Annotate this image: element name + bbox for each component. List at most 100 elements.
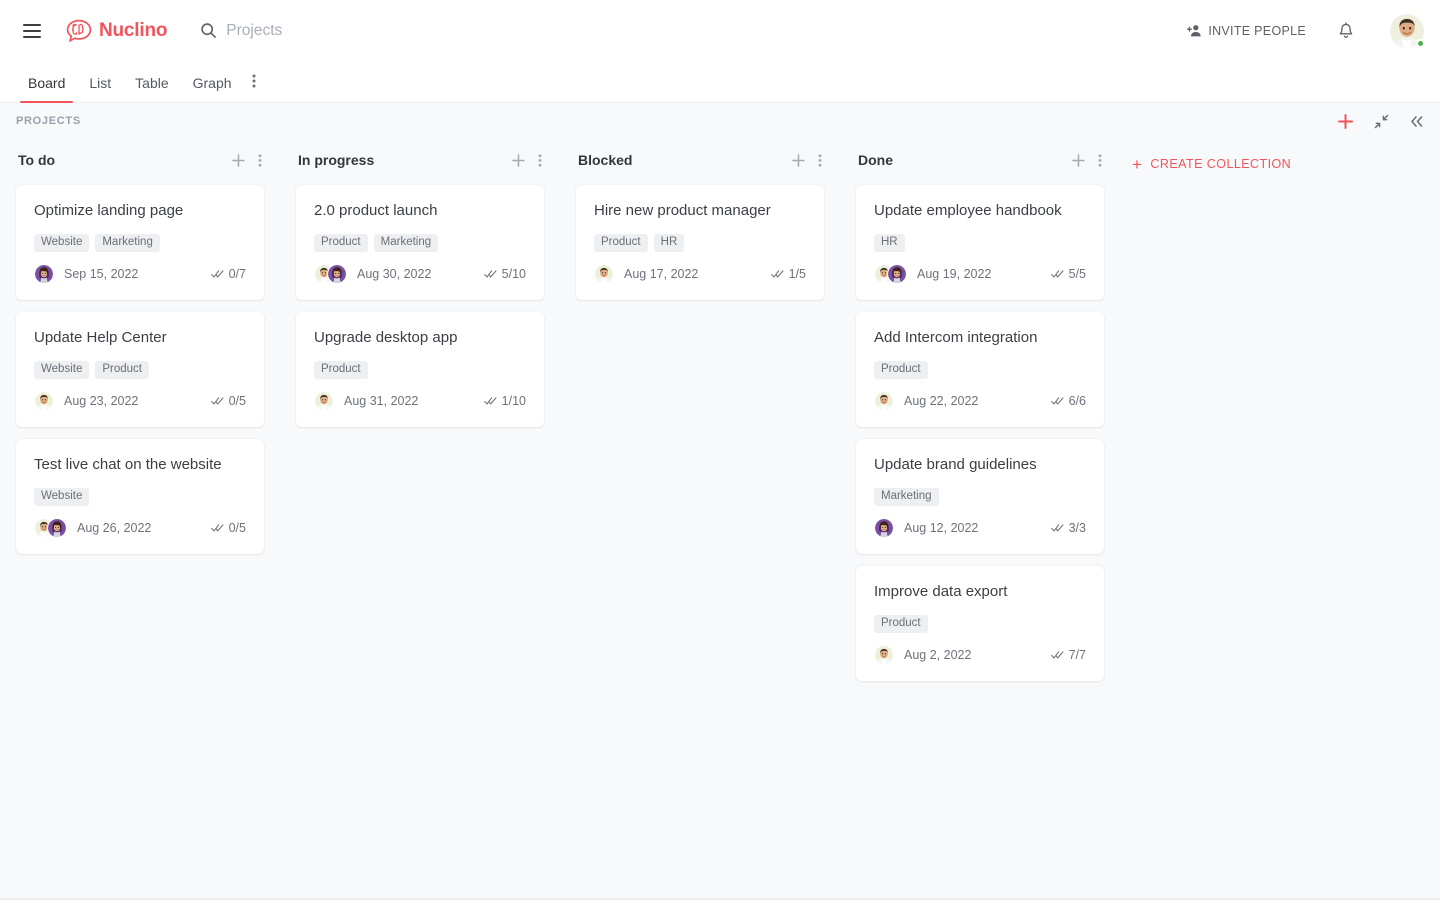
search-input[interactable]: Projects: [200, 22, 282, 40]
card-footer: Aug 22, 2022 6/6: [874, 389, 1086, 413]
add-item-button[interactable]: [1337, 113, 1354, 130]
card-tag[interactable]: Marketing: [373, 233, 439, 252]
board-card[interactable]: Upgrade desktop app Product Aug 31, 2022: [296, 312, 544, 427]
board-card[interactable]: Add Intercom integration Product Aug 22,…: [856, 312, 1104, 427]
card-tag[interactable]: Website: [34, 360, 90, 379]
board-toolbar: [1337, 113, 1424, 130]
column-actions: [511, 153, 542, 168]
tab-list-label: List: [89, 75, 112, 91]
card-tags: Product: [874, 360, 1086, 379]
brand-logo[interactable]: Nuclino: [66, 19, 167, 43]
card-due-date: Aug 19, 2022: [917, 267, 992, 281]
avatar-man-cream: [594, 264, 614, 284]
card-assignees[interactable]: [874, 645, 894, 665]
user-avatar[interactable]: [1390, 13, 1425, 48]
chevrons-left-icon: [1411, 115, 1423, 127]
column-menu-button[interactable]: [818, 153, 822, 168]
notification-bell-icon[interactable]: [1336, 21, 1356, 41]
tab-board[interactable]: Board: [16, 75, 77, 103]
card-tag[interactable]: Product: [314, 233, 368, 252]
tab-table-label: Table: [135, 75, 169, 91]
card-tag[interactable]: Product: [314, 360, 368, 379]
card-checklist-progress: 5/10: [483, 267, 526, 281]
card-tag[interactable]: Marketing: [95, 233, 160, 252]
column-actions: [1071, 153, 1102, 168]
avatar-man-cream: [34, 391, 54, 411]
more-vertical-icon: [538, 153, 542, 167]
double-check-icon: [483, 270, 497, 278]
column-actions: [231, 153, 262, 168]
more-vertical-icon: [1098, 153, 1102, 167]
board-card[interactable]: 2.0 product launch Product Marketing Aug…: [296, 185, 544, 300]
more-vertical-icon: [252, 74, 256, 88]
invite-people-label: INVITE PEOPLE: [1208, 23, 1306, 38]
card-tags: Website: [34, 487, 246, 506]
card-due-date: Aug 31, 2022: [344, 394, 419, 408]
card-tag[interactable]: Product: [95, 360, 149, 379]
board-subheader: PROJECTS: [0, 103, 1440, 139]
invite-people-button[interactable]: INVITE PEOPLE: [1187, 23, 1306, 38]
column-add-card-button[interactable]: [231, 153, 246, 168]
column-header: Done: [856, 145, 1104, 175]
card-assignees[interactable]: [34, 264, 54, 284]
column-add-card-button[interactable]: [791, 153, 806, 168]
card-tag[interactable]: Product: [874, 360, 928, 379]
board-card[interactable]: Hire new product manager Product HR Aug 1…: [576, 185, 824, 300]
collapse-all-button[interactable]: [1374, 114, 1389, 129]
create-collection-button[interactable]: + CREATE COLLECTION: [1126, 149, 1297, 179]
card-title: Add Intercom integration: [874, 329, 1038, 346]
card-assignees[interactable]: [314, 264, 347, 284]
card-tag[interactable]: Product: [874, 614, 928, 633]
card-tag[interactable]: HR: [653, 233, 685, 252]
avatar-woman-purple: [874, 518, 894, 538]
card-due-date: Sep 15, 2022: [64, 267, 139, 281]
card-assignees[interactable]: [874, 264, 907, 284]
card-assignees[interactable]: [34, 391, 54, 411]
board-card[interactable]: Optimize landing page Website Marketing S…: [16, 185, 264, 300]
tab-graph[interactable]: Graph: [181, 75, 244, 102]
board-card[interactable]: Update Help Center Website Product Aug 23…: [16, 312, 264, 427]
collapse-sidebar-button[interactable]: [1409, 115, 1424, 128]
board-card[interactable]: Update brand guidelines Marketing Aug 12…: [856, 439, 1104, 554]
card-checklist-progress: 0/5: [210, 521, 246, 535]
card-checklist-progress: 6/6: [1050, 394, 1086, 408]
column-menu-button[interactable]: [258, 153, 262, 168]
card-assignees[interactable]: [594, 264, 614, 284]
card-checklist-progress: 0/5: [210, 394, 246, 408]
card-assignees[interactable]: [34, 518, 67, 538]
card-footer: Aug 2, 2022 7/7: [874, 643, 1086, 667]
card-tag[interactable]: Website: [34, 233, 90, 252]
avatar-man-cream: [874, 645, 894, 665]
tabs-more-button[interactable]: [244, 73, 266, 102]
column-add-card-button[interactable]: [511, 153, 526, 168]
double-check-icon: [210, 397, 224, 405]
column-menu-button[interactable]: [1098, 153, 1102, 168]
board-card[interactable]: Test live chat on the website Website Au…: [16, 439, 264, 554]
double-check-icon: [483, 397, 497, 405]
collapse-icon: [1374, 114, 1389, 128]
card-due-date: Aug 17, 2022: [624, 267, 699, 281]
card-assignees[interactable]: [314, 391, 334, 411]
card-title: Update brand guidelines: [874, 456, 1037, 473]
board-column: In progress 2.0 product launch Product Ma…: [280, 145, 560, 439]
column-add-card-button[interactable]: [1071, 153, 1086, 168]
card-tag[interactable]: Product: [594, 233, 648, 252]
card-checklist-count: 0/5: [228, 394, 246, 408]
card-tag[interactable]: HR: [874, 233, 905, 252]
card-checklist-progress: 5/5: [1050, 267, 1086, 281]
card-checklist-count: 1/5: [788, 267, 806, 281]
card-tags: Product HR: [594, 233, 806, 252]
card-tag[interactable]: Marketing: [874, 487, 939, 506]
breadcrumb: PROJECTS: [16, 115, 81, 127]
card-tag[interactable]: Website: [34, 487, 90, 506]
hamburger-menu-icon[interactable]: [18, 17, 46, 45]
card-assignees[interactable]: [874, 518, 894, 538]
column-menu-button[interactable]: [538, 153, 542, 168]
tab-table[interactable]: Table: [123, 75, 180, 102]
card-assignees[interactable]: [874, 391, 894, 411]
card-checklist-count: 5/10: [501, 267, 526, 281]
board-card[interactable]: Update employee handbook HR Aug 19, 2022…: [856, 185, 1104, 300]
tab-list[interactable]: List: [77, 75, 123, 102]
board-card[interactable]: Improve data export Product Aug 2, 2022: [856, 566, 1104, 681]
plus-icon: [512, 153, 525, 167]
